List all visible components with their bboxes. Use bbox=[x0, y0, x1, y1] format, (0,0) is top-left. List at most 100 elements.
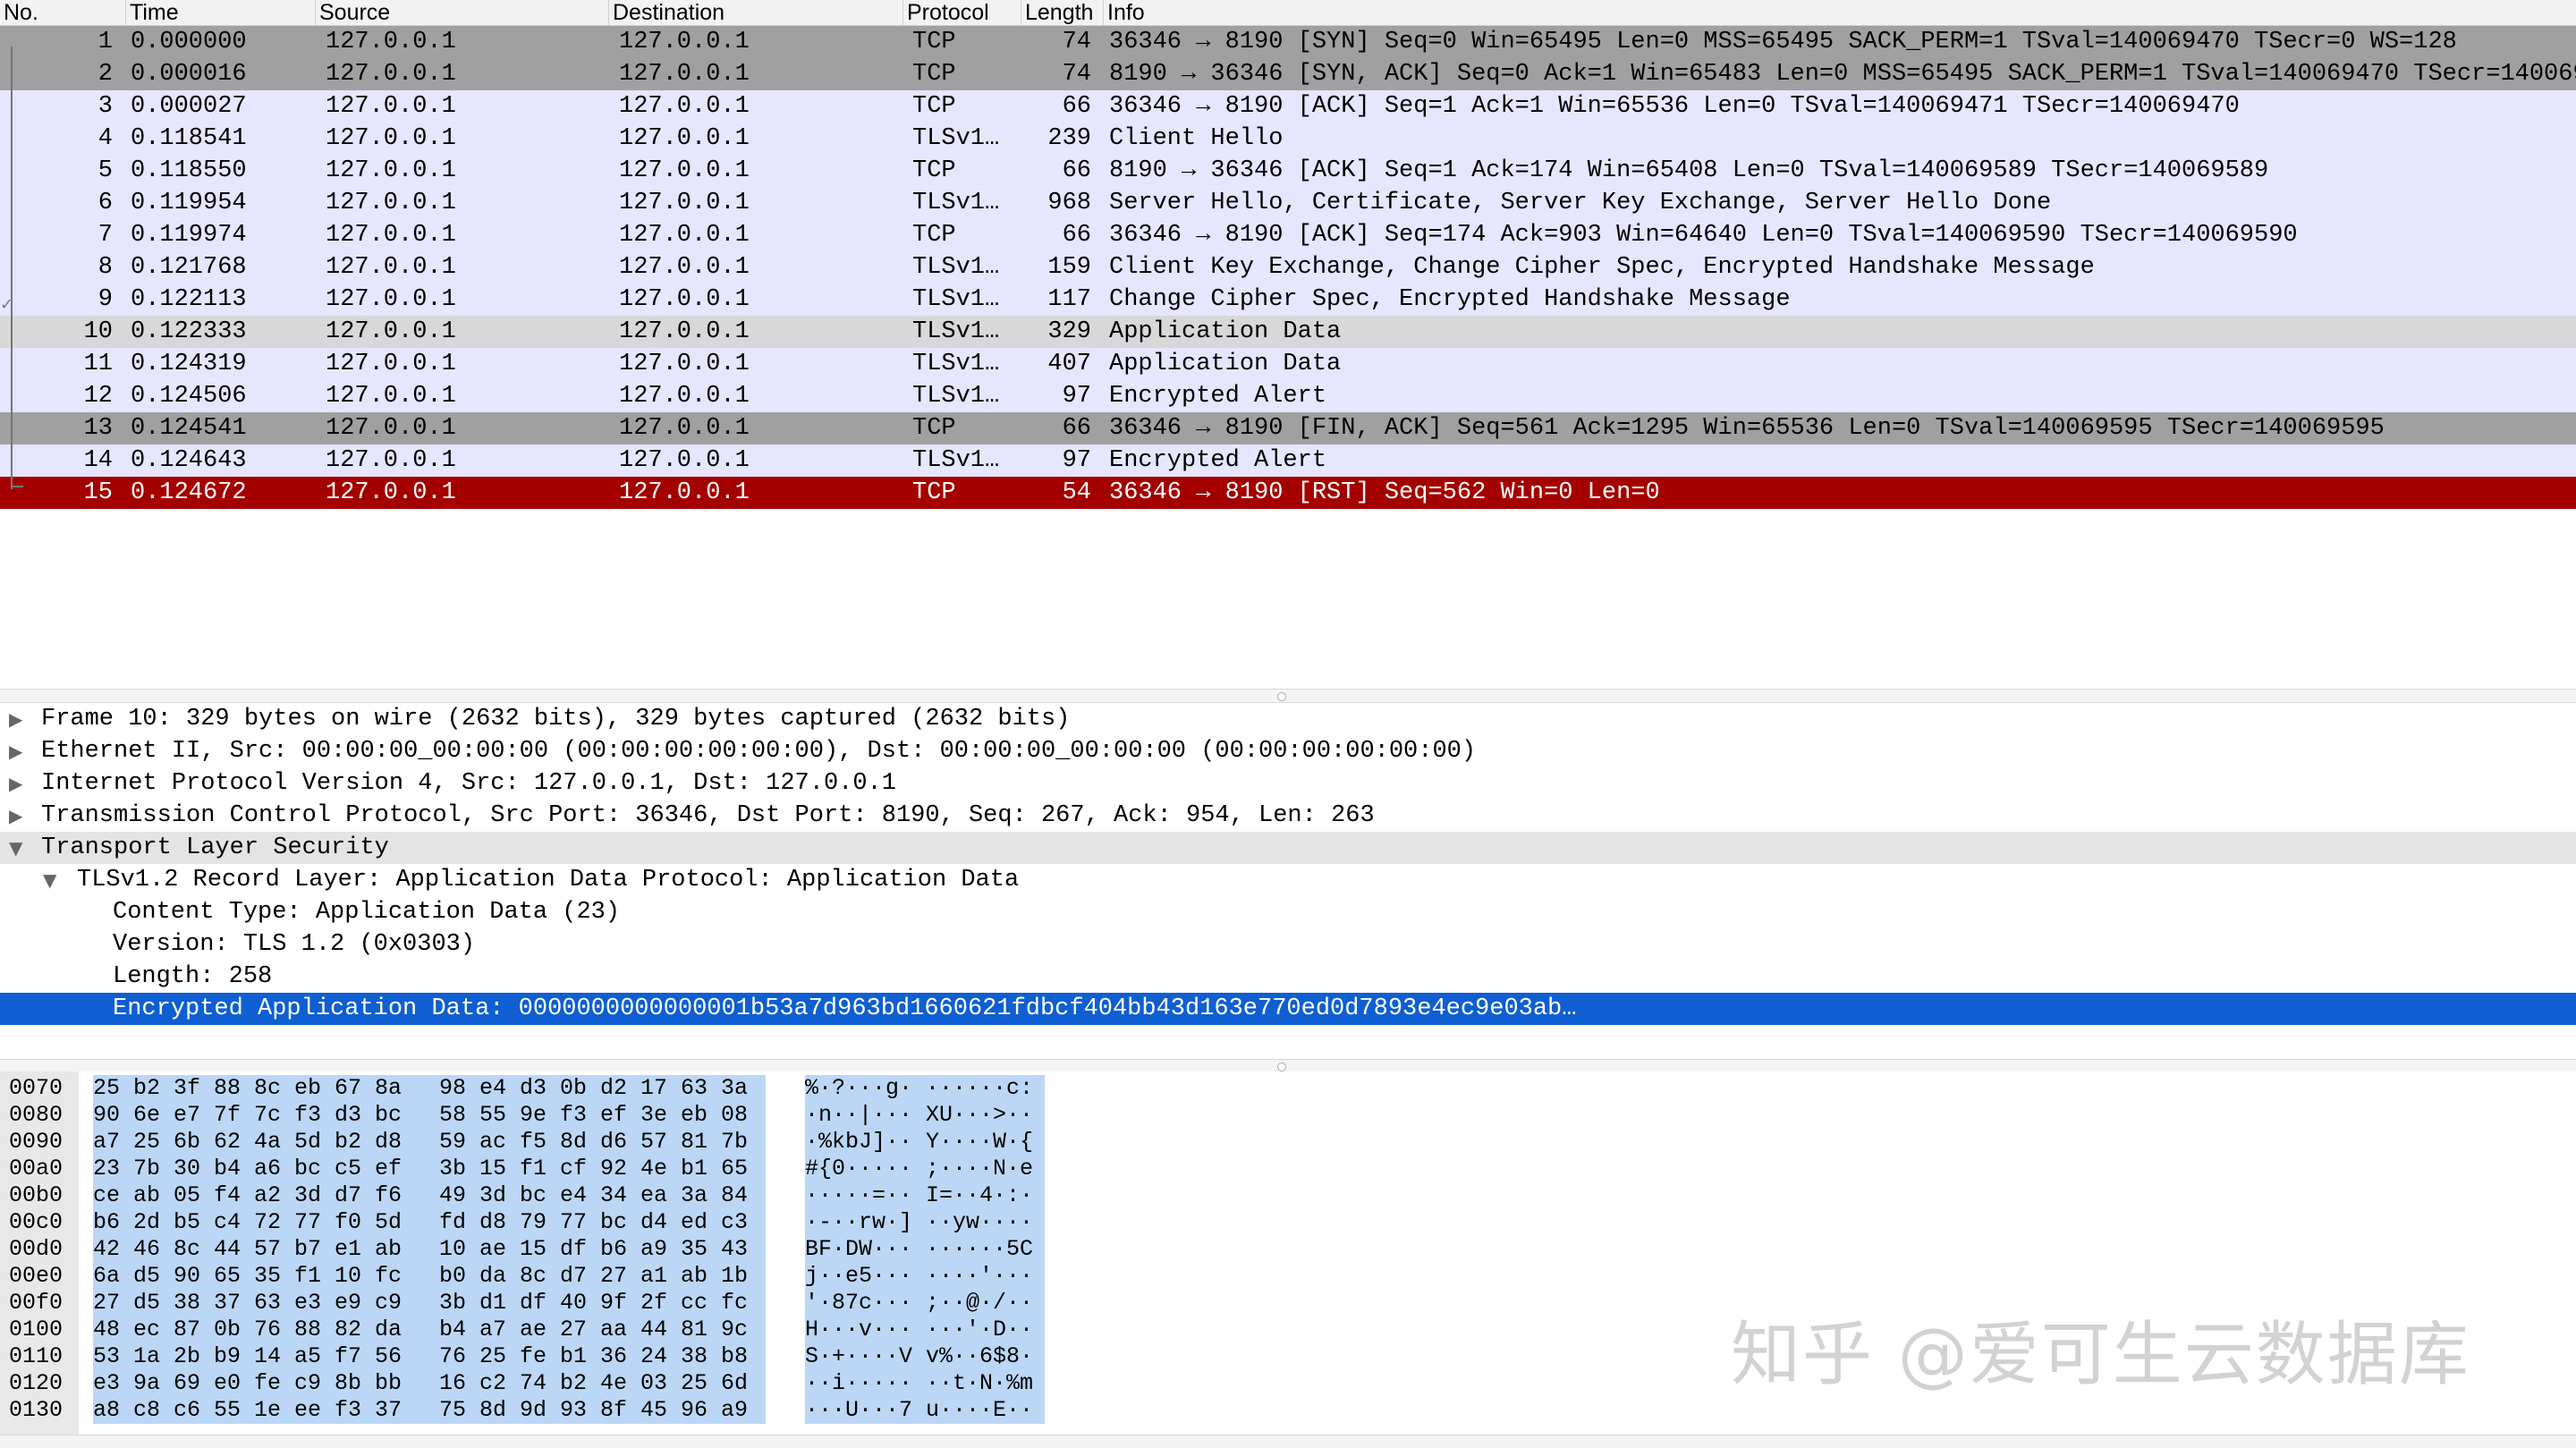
hex-byte[interactable]: fe bbox=[520, 1343, 547, 1370]
hex-byte[interactable]: f3 bbox=[335, 1397, 361, 1424]
hex-byte[interactable]: 88 bbox=[294, 1317, 321, 1343]
hex-byte[interactable]: e1 bbox=[335, 1236, 361, 1263]
hex-byte[interactable]: f7 bbox=[335, 1343, 361, 1370]
hex-byte[interactable]: 1b bbox=[721, 1263, 748, 1290]
ascii-bytes[interactable]: ·%kbJ]·· Y····W·{ bbox=[805, 1129, 1045, 1156]
hex-byte[interactable]: 8d bbox=[560, 1129, 587, 1156]
ascii-bytes[interactable]: '·87c··· ;··@·/·· bbox=[805, 1290, 1045, 1317]
hex-byte[interactable]: 3a bbox=[721, 1075, 748, 1102]
hex-byte[interactable]: 9d bbox=[520, 1397, 547, 1424]
hex-byte[interactable]: 87 bbox=[174, 1317, 200, 1343]
hex-byte[interactable]: 90 bbox=[93, 1102, 120, 1129]
hex-byte[interactable]: 81 bbox=[681, 1317, 708, 1343]
hex-byte[interactable]: cf bbox=[560, 1156, 587, 1182]
column-header-time[interactable]: Time bbox=[126, 0, 316, 25]
hex-byte[interactable]: 2f bbox=[640, 1290, 667, 1317]
hex-byte[interactable]: 2d bbox=[133, 1209, 160, 1236]
hex-byte[interactable]: 3b bbox=[439, 1290, 466, 1317]
hex-byte[interactable]: 37 bbox=[214, 1290, 241, 1317]
hex-byte[interactable]: ab bbox=[133, 1182, 160, 1209]
hex-byte[interactable]: 92 bbox=[600, 1156, 627, 1182]
hex-byte[interactable]: 42 bbox=[93, 1236, 120, 1263]
hex-bytes[interactable]: 6a d5 90 65 35 f1 10 fc b0 da 8c d7 27 a1 ab 1b bbox=[93, 1263, 766, 1290]
hex-byte[interactable]: 55 bbox=[479, 1102, 506, 1129]
hex-byte[interactable]: df bbox=[560, 1236, 587, 1263]
hex-byte[interactable]: bc bbox=[520, 1182, 547, 1209]
hex-byte[interactable]: c6 bbox=[174, 1397, 200, 1424]
hex-byte[interactable]: f4 bbox=[214, 1182, 241, 1209]
collapsed-arrow-icon[interactable]: ▶ bbox=[9, 767, 27, 800]
hex-byte[interactable]: 8a bbox=[375, 1075, 402, 1102]
hex-byte[interactable]: b7 bbox=[294, 1236, 321, 1263]
hex-byte[interactable]: 72 bbox=[254, 1209, 281, 1236]
ascii-bytes[interactable]: #{0····· ;····N·e bbox=[805, 1156, 1045, 1182]
hex-byte[interactable]: eb bbox=[681, 1102, 708, 1129]
bottom-scrollbar[interactable] bbox=[0, 1435, 2576, 1448]
hex-byte[interactable]: f0 bbox=[335, 1209, 361, 1236]
hex-byte[interactable]: 27 bbox=[560, 1317, 587, 1343]
hex-byte[interactable]: da bbox=[479, 1263, 506, 1290]
packet-row[interactable]: 13 0.124541 127.0.0.1 127.0.0.1 TCP 66 36346 →… bbox=[0, 412, 2576, 445]
expanded-arrow-icon[interactable]: ▼ bbox=[43, 864, 61, 896]
hex-bytes[interactable]: 42 46 8c 44 57 b7 e1 ab 10 ae 15 df b6 a9 35 43 bbox=[93, 1236, 766, 1263]
hex-byte[interactable]: 38 bbox=[681, 1343, 708, 1370]
hex-byte[interactable]: 5d bbox=[294, 1129, 321, 1156]
hex-byte[interactable]: 10 bbox=[439, 1236, 466, 1263]
hex-byte[interactable]: 25 bbox=[681, 1370, 708, 1397]
hex-byte[interactable]: 63 bbox=[681, 1075, 708, 1102]
hex-byte[interactable]: 76 bbox=[254, 1317, 281, 1343]
hex-byte[interactable]: 2b bbox=[174, 1343, 200, 1370]
hex-byte[interactable]: b1 bbox=[681, 1156, 708, 1182]
hex-byte[interactable]: d1 bbox=[479, 1290, 506, 1317]
hex-byte[interactable]: 3b bbox=[439, 1156, 466, 1182]
hex-byte[interactable]: 8d bbox=[479, 1397, 506, 1424]
hex-byte[interactable]: 9f bbox=[600, 1290, 627, 1317]
hex-byte[interactable]: 25 bbox=[479, 1343, 506, 1370]
hex-byte[interactable]: 98 bbox=[439, 1075, 466, 1102]
hex-byte[interactable]: 6b bbox=[174, 1129, 200, 1156]
hex-byte[interactable]: a2 bbox=[254, 1182, 281, 1209]
hex-byte[interactable]: b8 bbox=[721, 1343, 748, 1370]
detail-tree-item[interactable]: ▶ Frame 10: 329 bytes on wire (2632 bits)… bbox=[0, 703, 2576, 735]
hex-byte[interactable]: ea bbox=[640, 1182, 667, 1209]
hex-byte[interactable]: c8 bbox=[133, 1397, 160, 1424]
packet-row[interactable]: 6 0.119954 127.0.0.1 127.0.0.1 TLSv1… 968 Serv… bbox=[0, 187, 2576, 219]
hex-byte[interactable]: d3 bbox=[520, 1075, 547, 1102]
hex-byte[interactable]: b2 bbox=[335, 1129, 361, 1156]
collapsed-arrow-icon[interactable]: ▶ bbox=[9, 735, 27, 767]
hex-byte[interactable]: ce bbox=[93, 1182, 120, 1209]
packet-row[interactable]: 10 0.122333 127.0.0.1 127.0.0.1 TLSv1… 329 App… bbox=[0, 316, 2576, 348]
packet-row[interactable]: 1 0.000000 127.0.0.1 127.0.0.1 TCP 74 36346 → … bbox=[0, 26, 2576, 58]
hex-byte[interactable]: 65 bbox=[214, 1263, 241, 1290]
hex-byte[interactable]: 4e bbox=[600, 1370, 627, 1397]
hex-bytes[interactable]: e3 9a 69 e0 fe c9 8b bb 16 c2 74 b2 4e 03 25 6d bbox=[93, 1370, 766, 1397]
hex-byte[interactable]: aa bbox=[600, 1317, 627, 1343]
hex-byte[interactable]: 24 bbox=[640, 1343, 667, 1370]
hex-byte[interactable]: 46 bbox=[133, 1236, 160, 1263]
detail-tree-item[interactable]: Length: 258 bbox=[0, 961, 2576, 993]
hex-byte[interactable]: 4e bbox=[640, 1156, 667, 1182]
hex-bytes[interactable]: a8 c8 c6 55 1e ee f3 37 75 8d 9d 93 8f 45 96 a9 bbox=[93, 1397, 766, 1424]
hex-byte[interactable]: fe bbox=[254, 1370, 281, 1397]
hex-byte[interactable]: 37 bbox=[375, 1397, 402, 1424]
hex-byte[interactable]: 8f bbox=[600, 1397, 627, 1424]
hex-byte[interactable]: fc bbox=[721, 1290, 748, 1317]
hex-byte[interactable]: 57 bbox=[254, 1236, 281, 1263]
expanded-arrow-icon[interactable]: ▼ bbox=[9, 832, 27, 864]
column-header-destination[interactable]: Destination bbox=[609, 0, 903, 25]
hex-bytes[interactable]: 23 7b 30 b4 a6 bc c5 ef 3b 15 f1 cf 92 4e b1 65 bbox=[93, 1156, 766, 1182]
packet-row[interactable]: 3 0.000027 127.0.0.1 127.0.0.1 TCP 66 36346 → … bbox=[0, 90, 2576, 123]
packet-list-pane[interactable]: No. Time Source Destination Protocol Len… bbox=[0, 0, 2576, 689]
hex-byte[interactable]: f3 bbox=[560, 1102, 587, 1129]
hex-byte[interactable]: ec bbox=[133, 1317, 160, 1343]
hex-byte[interactable]: 35 bbox=[254, 1263, 281, 1290]
hex-byte[interactable]: d8 bbox=[479, 1209, 506, 1236]
hex-byte[interactable]: 43 bbox=[721, 1236, 748, 1263]
hex-byte[interactable]: b9 bbox=[214, 1343, 241, 1370]
hex-bytes[interactable]: 25 b2 3f 88 8c eb 67 8a 98 e4 d3 0b d2 17 63 3a bbox=[93, 1075, 766, 1102]
hex-byte[interactable]: e0 bbox=[214, 1370, 241, 1397]
hex-byte[interactable]: b4 bbox=[214, 1156, 241, 1182]
hex-byte[interactable]: 69 bbox=[174, 1370, 200, 1397]
hex-byte[interactable]: 62 bbox=[214, 1129, 241, 1156]
packet-row[interactable]: 2 0.000016 127.0.0.1 127.0.0.1 TCP 74 8190 → 3… bbox=[0, 58, 2576, 90]
